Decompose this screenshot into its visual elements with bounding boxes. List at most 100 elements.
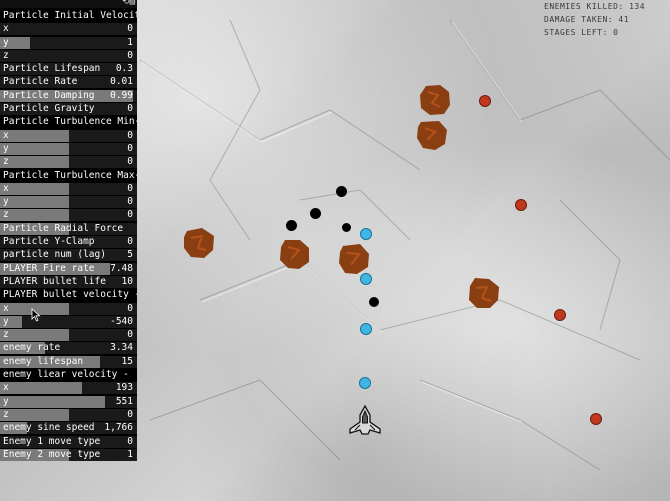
panel-row-label: Particle Initial Velocity: [3, 10, 137, 21]
panel-slider-row[interactable]: enemy rate 3.34: [0, 342, 137, 355]
black-particle: [286, 220, 297, 231]
panel-slider-row[interactable]: z0: [0, 156, 137, 169]
panel-slider-row[interactable]: y 551: [0, 395, 137, 408]
panel-slider-row[interactable]: z0: [0, 329, 137, 342]
panel-slider-row[interactable]: PLAYER Fire rate 7.48: [0, 262, 137, 275]
panel-row-value: 0: [127, 236, 133, 248]
panel-row-label: enemy sine speed: [3, 422, 95, 434]
panel-slider-row[interactable]: Particle Gravity 0: [0, 103, 137, 116]
panel-slider-row[interactable]: x0: [0, 182, 137, 195]
panel-slider-row[interactable]: z0: [0, 408, 137, 421]
enemy-blob: [467, 276, 499, 308]
panel-slider-row[interactable]: z0: [0, 49, 137, 62]
panel-row-label: y: [3, 315, 9, 327]
panel-slider-row[interactable]: Particle Lifespan 0.3: [0, 63, 137, 76]
panel-slider-row[interactable]: x0: [0, 302, 137, 315]
enemy-blob: [278, 237, 309, 269]
panel-slider-row[interactable]: Particle Rate 0.01: [0, 76, 137, 89]
panel-row-label: x: [3, 23, 9, 35]
panel-slider-row[interactable]: x0: [0, 23, 137, 36]
panel-row-value: 1: [127, 448, 133, 460]
panel-row-value: 0: [127, 196, 133, 208]
panel-slider-row[interactable]: y0: [0, 196, 137, 209]
red-enemy: [554, 309, 566, 321]
slider-fill: [0, 156, 69, 169]
panel-row-value: 0: [127, 49, 133, 61]
panel-row-value: 0.3: [115, 63, 133, 75]
panel-row-label: enemy lifespan: [3, 355, 84, 367]
panel-row-value: 15: [121, 355, 133, 367]
player-bullet: [360, 323, 372, 335]
panel-row-label: y: [3, 36, 9, 48]
stages-left-counter: STAGES LEFT: 0: [544, 28, 619, 37]
panel-slider-row[interactable]: x0: [0, 129, 137, 142]
panel-slider-row[interactable]: particle num (lag) 5: [0, 249, 137, 262]
black-particle: [369, 297, 379, 307]
panel-slider-row[interactable]: Enemy 2 move type 1: [0, 448, 137, 461]
enemy-blob: [418, 83, 450, 115]
panel-group-header[interactable]: PLAYER bullet velocity -: [0, 289, 137, 302]
black-particle: [336, 186, 347, 197]
red-enemy: [479, 95, 491, 107]
player-bullet: [360, 273, 372, 285]
panel-row-value: 0: [127, 156, 133, 168]
slider-fill: [0, 209, 69, 222]
panel-slider-row[interactable]: Particle Damping 0.99: [0, 89, 137, 102]
mouse-cursor-icon: [31, 307, 41, 322]
panel-slider-row[interactable]: z0: [0, 209, 137, 222]
panel-row-value: 0: [127, 329, 133, 341]
slider-fill: [0, 329, 69, 342]
panel-slider-row[interactable]: y0: [0, 142, 137, 155]
panel-slider-row[interactable]: enemy sine speed 1,766: [0, 422, 137, 435]
slider-fill: [0, 395, 106, 408]
panel-row-label: particle num (lag): [3, 249, 106, 261]
red-enemy: [590, 413, 602, 425]
panel-titlebar[interactable]: ⟲▤: [0, 0, 137, 8]
panel-group-header[interactable]: enemy liear velocity -: [0, 369, 137, 382]
panel-row-label: Enemy 1 move type: [3, 435, 101, 447]
panel-slider-row[interactable]: x 193: [0, 382, 137, 395]
panel-row-value: 193: [115, 382, 133, 394]
panel-row-label: x: [3, 129, 9, 141]
panel-slider-row[interactable]: y1: [0, 36, 137, 49]
panel-row-label: Particle Turbulence Min-: [3, 116, 137, 128]
player-bullet: [360, 228, 372, 240]
panel-row-label: z: [3, 49, 9, 61]
panel-row-value: 10: [121, 275, 133, 287]
slider-fill: [0, 142, 69, 155]
panel-row-label: enemy rate: [3, 342, 61, 354]
panel-row-value: 5: [127, 249, 133, 261]
panel-row-value: 0: [127, 103, 133, 115]
spaceship-icon: [348, 404, 382, 435]
panel-slider-row[interactable]: Particle Y-Clamp 0: [0, 236, 137, 249]
panel-group-header[interactable]: Particle Initial Velocity: [0, 10, 137, 22]
panel-slider-row[interactable]: enemy lifespan 15: [0, 355, 137, 368]
control-panel[interactable]: ⟲▤ Particle Initial Velocity x 0 y 1 z 0 Partic…: [0, 0, 137, 461]
panel-slider-row[interactable]: Enemy 1 move type 0: [0, 435, 137, 448]
panel-row-label: z: [3, 209, 9, 221]
slider-fill: [0, 129, 69, 142]
panel-row-label: Particle Rate: [3, 76, 78, 88]
panel-row-value: 0.99: [110, 89, 133, 101]
panel-row-label: PLAYER bullet velocity -: [3, 289, 137, 301]
black-particle: [310, 208, 321, 219]
panel-row-label: Particle Gravity: [3, 103, 95, 115]
panel-slider-row[interactable]: PLAYER bullet life 10: [0, 275, 137, 288]
panel-row-label: z: [3, 156, 9, 168]
panel-group-header[interactable]: Particle Turbulence Max-: [0, 169, 137, 182]
panel-row-label: y: [3, 196, 9, 208]
panel-row-label: y: [3, 142, 9, 154]
panel-row-label: Particle Lifespan: [3, 63, 101, 75]
panel-row-label: x: [3, 302, 9, 314]
panel-menu-icon[interactable]: ⟲▤: [122, 0, 135, 7]
enemy-blob: [337, 242, 369, 274]
panel-row-value: 7.48: [110, 262, 133, 274]
red-enemy: [515, 199, 527, 211]
panel-slider-row[interactable]: Particle Radial Force: [0, 222, 137, 235]
slider-fill: [0, 408, 69, 421]
panel-slider-row[interactable]: y -540: [0, 315, 137, 328]
panel-row-value: 3.34: [110, 342, 133, 354]
slider-fill: [0, 382, 83, 395]
panel-group-header[interactable]: Particle Turbulence Min-: [0, 116, 137, 129]
panel-row-label: PLAYER Fire rate: [3, 262, 95, 274]
